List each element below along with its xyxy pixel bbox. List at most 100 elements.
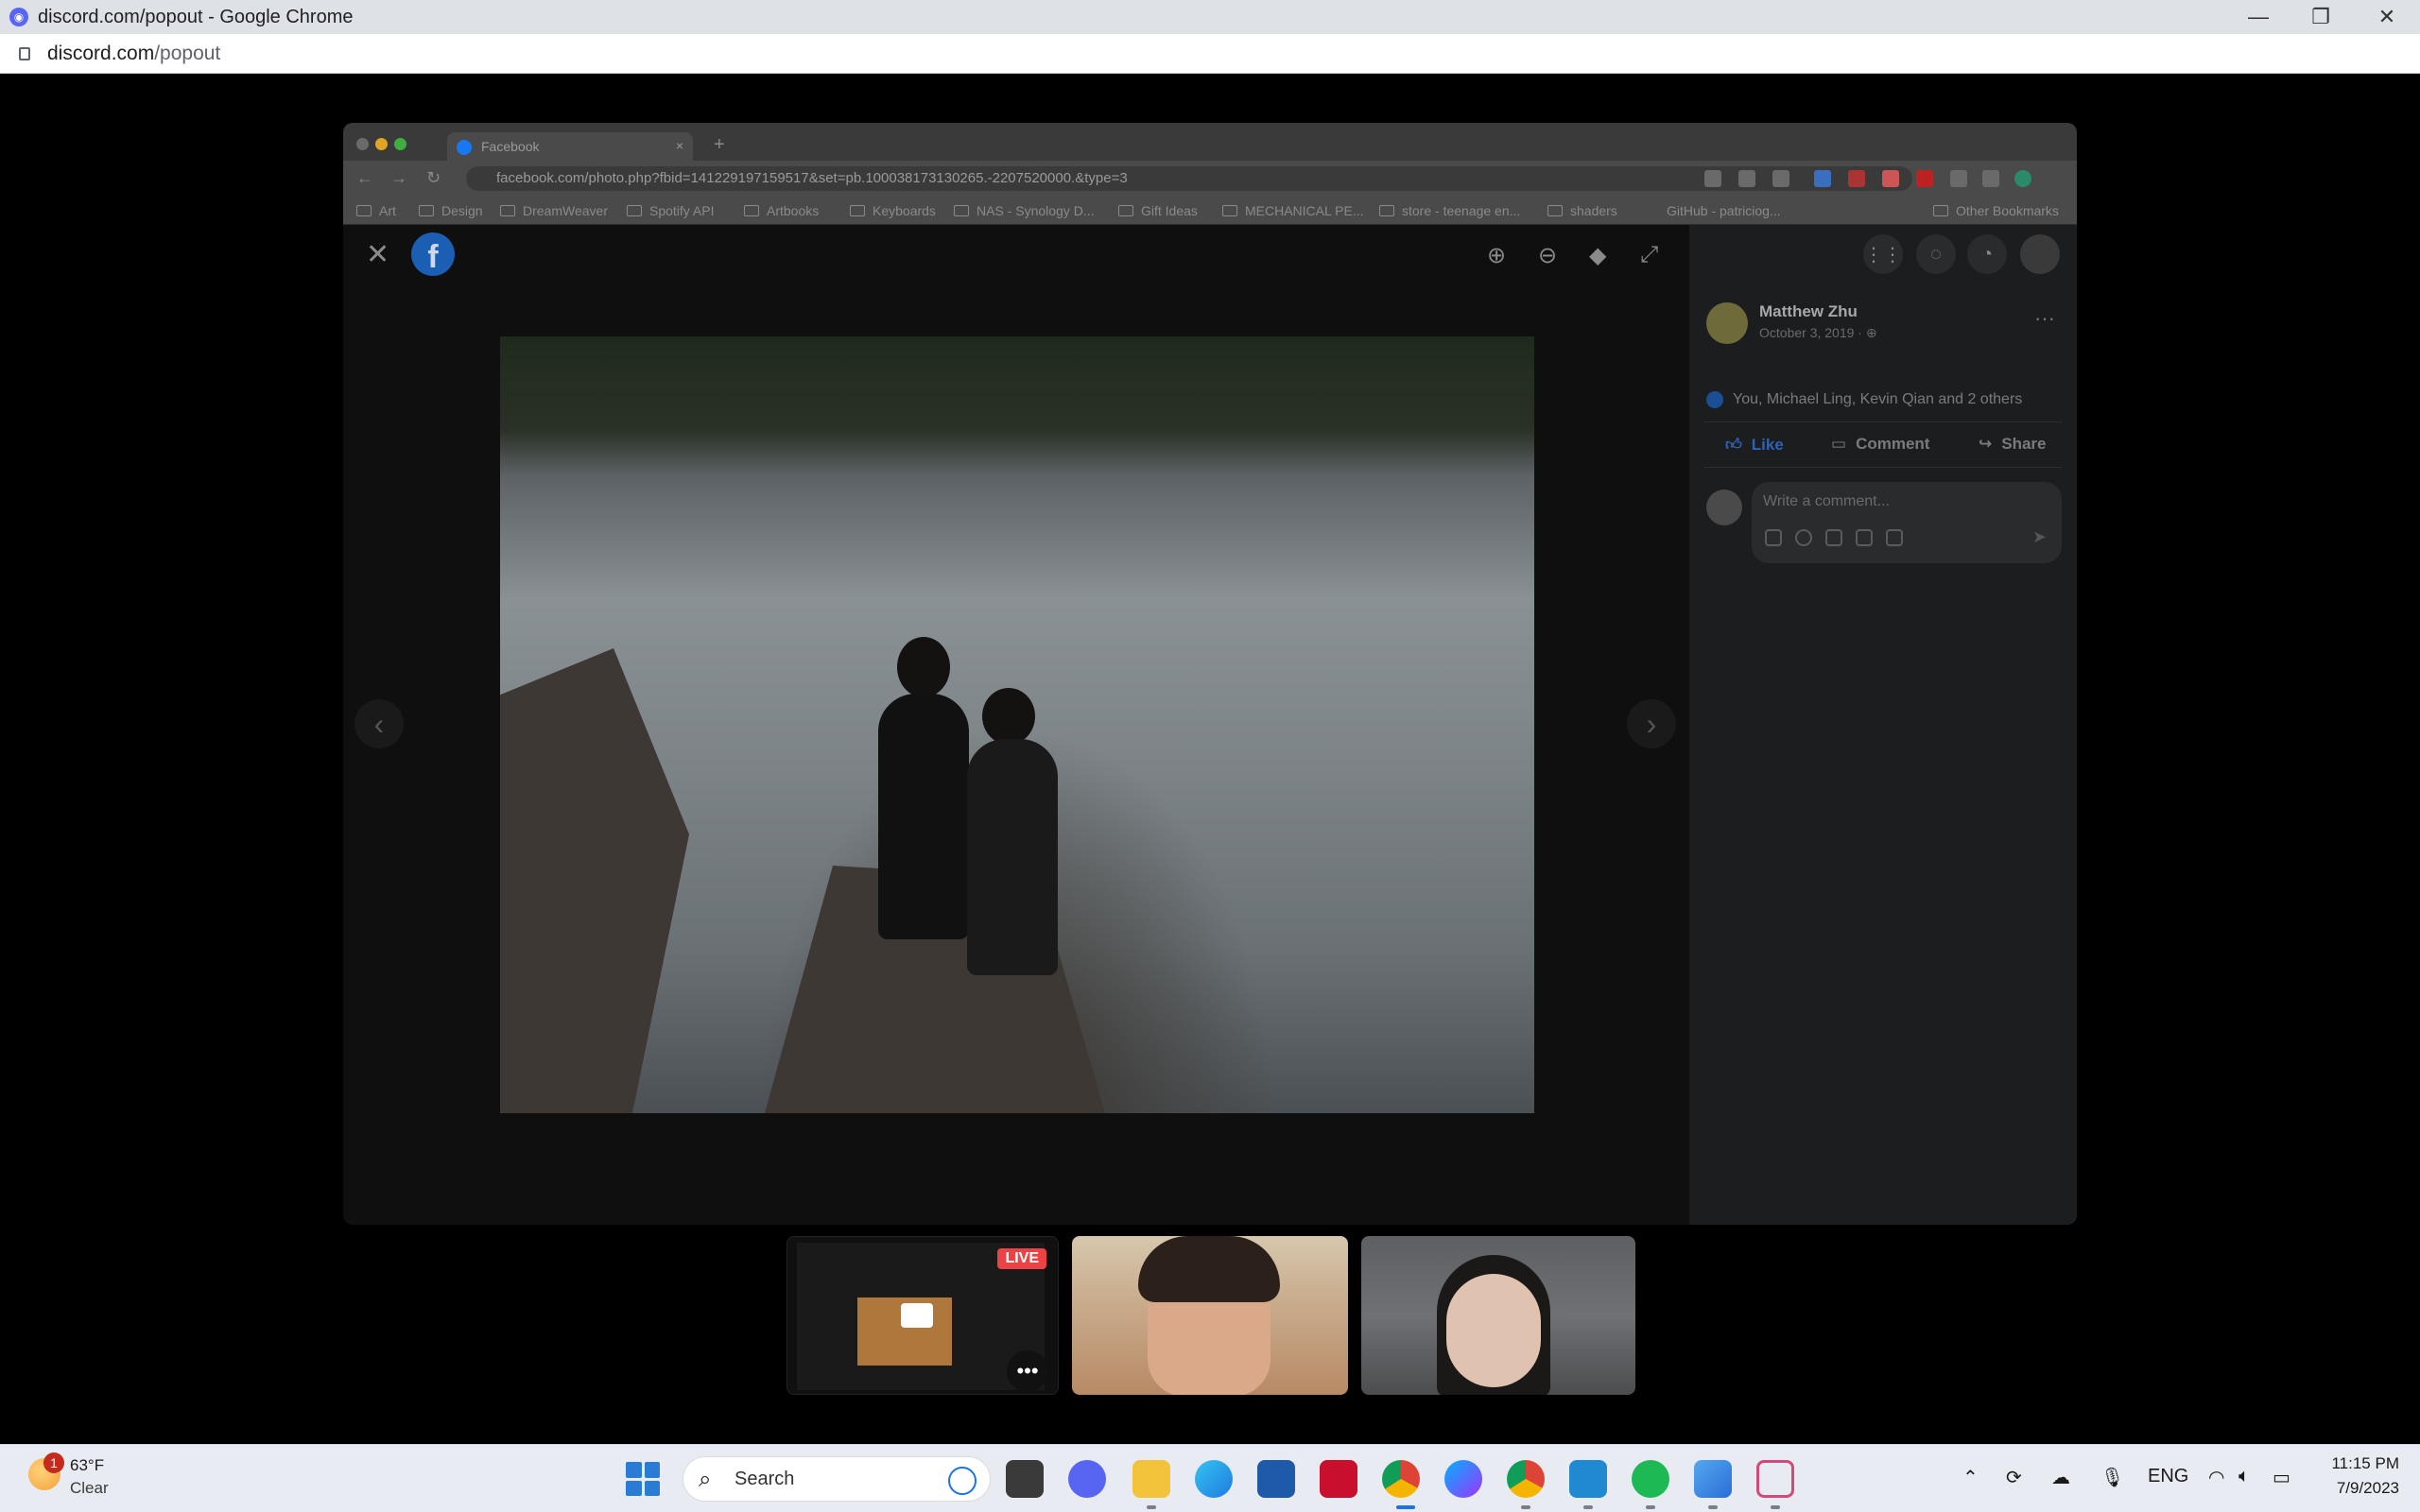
bookmark-item[interactable]: Keyboards (850, 203, 936, 218)
next-photo-button[interactable]: › (1627, 699, 1676, 748)
close-viewer-icon[interactable]: ✕ (366, 238, 389, 271)
install-icon[interactable] (1704, 170, 1721, 187)
photo-image (500, 336, 1534, 1113)
onedrive-icon[interactable]: ☁ (2051, 1466, 2070, 1489)
avatar-sticker-icon[interactable] (1886, 529, 1903, 546)
address-bar[interactable]: discord.com/popout (0, 34, 2420, 74)
volume-icon[interactable]: 🔈︎ (2238, 1466, 2250, 1487)
clock-time[interactable]: 11:15 PM (2316, 1454, 2399, 1473)
send-icon[interactable]: ➤ (2032, 527, 2047, 547)
zoom-out-icon[interactable]: ⊖ (1538, 242, 1557, 269)
tag-icon[interactable]: ◆ (1589, 242, 1606, 269)
close-window-button[interactable]: ✕ (2354, 0, 2420, 34)
profile-icon[interactable] (2014, 170, 2031, 187)
camera-icon[interactable] (1825, 529, 1842, 546)
taskbar-search[interactable]: ⌕ Search (683, 1456, 991, 1502)
chrome-profile-icon[interactable] (1507, 1460, 1545, 1498)
bookmark-item[interactable]: Gift Ideas (1118, 203, 1198, 218)
inner-back-icon[interactable]: ← (356, 168, 373, 188)
sticker-icon[interactable] (1765, 529, 1782, 546)
inner-reload-icon[interactable]: ↻ (426, 168, 441, 188)
bookmark-item[interactable]: Design (419, 203, 483, 218)
bookmark-item[interactable]: NAS - Synology D... (954, 203, 1095, 218)
file-explorer-icon[interactable] (1132, 1460, 1170, 1498)
gif-icon[interactable] (1856, 529, 1873, 546)
facebook-logo[interactable]: f (411, 232, 455, 276)
wifi-icon[interactable]: ◠ (2208, 1466, 2224, 1489)
battery-icon[interactable]: ▭ (2273, 1466, 2290, 1489)
weather-temperature[interactable]: 63°F (70, 1456, 104, 1475)
notifications-icon[interactable]: ◔ (1967, 234, 2007, 274)
zoom-in-icon[interactable]: ⊕ (1487, 242, 1506, 269)
inner-tab-facebook[interactable]: Facebook × (447, 132, 693, 161)
more-options-icon[interactable]: ··· (2034, 306, 2055, 331)
participant-video-tile[interactable] (1361, 1236, 1635, 1395)
menu-grid-icon[interactable]: ⋮⋮ (1863, 234, 1903, 274)
bookmark-item[interactable]: Spotify API (627, 203, 714, 218)
extension-youtube-icon[interactable] (1916, 170, 1933, 187)
bookmark-star-icon[interactable] (1772, 170, 1789, 187)
inner-tab-bar: Facebook × + (343, 123, 2077, 161)
edge-icon[interactable] (1195, 1460, 1233, 1498)
chrome-icon[interactable] (1382, 1460, 1420, 1498)
language-indicator[interactable]: ENG (2148, 1466, 2188, 1487)
emoji-icon[interactable] (1795, 529, 1812, 546)
share-button[interactable]: ↪ Share (1979, 435, 2047, 454)
sync-icon[interactable]: ⟳ (2006, 1466, 2022, 1489)
author-avatar[interactable] (1706, 302, 1748, 344)
bookmark-item[interactable]: store - teenage en... (1379, 203, 1520, 218)
reactions-summary[interactable]: You, Michael Ling, Kevin Qian and 2 othe… (1706, 391, 2022, 408)
inner-url-field[interactable]: facebook.com/photo.php?fbid=141229197159… (466, 166, 1912, 191)
like-button[interactable]: 👍︎ Like (1725, 435, 1784, 455)
stream-tile[interactable]: LIVE ••• (786, 1236, 1059, 1395)
restore-button[interactable]: ❐ (2288, 0, 2354, 34)
extension-pdf-icon[interactable] (1882, 170, 1899, 187)
microsoft-store-icon[interactable] (1257, 1460, 1295, 1498)
spotify-icon[interactable] (1632, 1460, 1669, 1498)
running-indicator (1147, 1505, 1156, 1509)
mcafee-icon[interactable] (1320, 1460, 1357, 1498)
inner-forward-icon[interactable]: → (390, 168, 407, 188)
extension-red-icon[interactable] (1848, 170, 1865, 187)
bookmark-item[interactable]: Other Bookmarks (1933, 203, 2059, 218)
author-name[interactable]: Matthew Zhu (1759, 302, 1858, 321)
share-page-icon[interactable] (1738, 170, 1755, 187)
messenger-app-icon[interactable] (1444, 1460, 1482, 1498)
bookmark-item[interactable]: MECHANICAL PE... (1222, 203, 1364, 218)
discord-app-icon[interactable] (1068, 1460, 1106, 1498)
messenger-icon[interactable]: ◌ (1916, 234, 1956, 274)
inner-tab-close-icon[interactable]: × (676, 138, 683, 153)
microphone-icon[interactable]: 🎙︎ (2100, 1466, 2124, 1489)
bookmark-item[interactable]: shaders (1547, 203, 1617, 218)
photo-side-panel: ⋮⋮ ◌ ◔ Matthew Zhu October 3, 2019 · ⊕ ·… (1689, 225, 2077, 1225)
bookmark-item[interactable]: GitHub - patriciog... (1667, 203, 1781, 218)
screen-share-view[interactable]: Facebook × + ← → ↻ facebook.com/photo.ph… (343, 123, 2077, 1225)
extensions-puzzle-icon[interactable] (1982, 170, 1999, 187)
show-hidden-icons-icon[interactable]: ⌃ (1962, 1466, 1979, 1489)
bing-icon[interactable] (948, 1467, 977, 1495)
snipping-tool-icon[interactable] (1756, 1460, 1794, 1498)
bookmark-item[interactable]: DreamWeaver (500, 203, 608, 218)
bookmark-item[interactable]: Artbooks (744, 203, 819, 218)
extension-gray-icon[interactable] (1950, 170, 1967, 187)
vscode-icon[interactable] (1569, 1460, 1607, 1498)
clock-date[interactable]: 7/9/2023 (2316, 1479, 2399, 1498)
previous-photo-button[interactable]: ‹ (354, 699, 404, 748)
minimize-button[interactable]: — (2225, 0, 2291, 34)
post-date[interactable]: October 3, 2019 · ⊕ (1759, 325, 1877, 341)
fullscreen-icon[interactable]: ⤢ (1640, 242, 1658, 268)
start-button[interactable] (626, 1462, 660, 1496)
inner-new-tab-button[interactable]: + (714, 134, 725, 156)
running-indicator (1583, 1505, 1593, 1509)
photos-icon[interactable] (1694, 1460, 1732, 1498)
translate-extension-icon[interactable] (1814, 170, 1831, 187)
weather-condition[interactable]: Clear (70, 1479, 109, 1498)
account-avatar[interactable] (2020, 234, 2060, 274)
more-options-button[interactable]: ••• (1007, 1350, 1048, 1392)
photo-viewer: ✕ f ⊕ ⊖ ◆ ⤢ ‹ › (343, 225, 1689, 1225)
task-view-icon[interactable] (1006, 1460, 1044, 1498)
participant-video-tile[interactable] (1072, 1236, 1348, 1395)
comment-button[interactable]: ▭ Comment (1831, 435, 1929, 454)
comment-input[interactable]: Write a comment... ➤ (1752, 482, 2062, 563)
bookmark-item[interactable]: Art (356, 203, 396, 218)
